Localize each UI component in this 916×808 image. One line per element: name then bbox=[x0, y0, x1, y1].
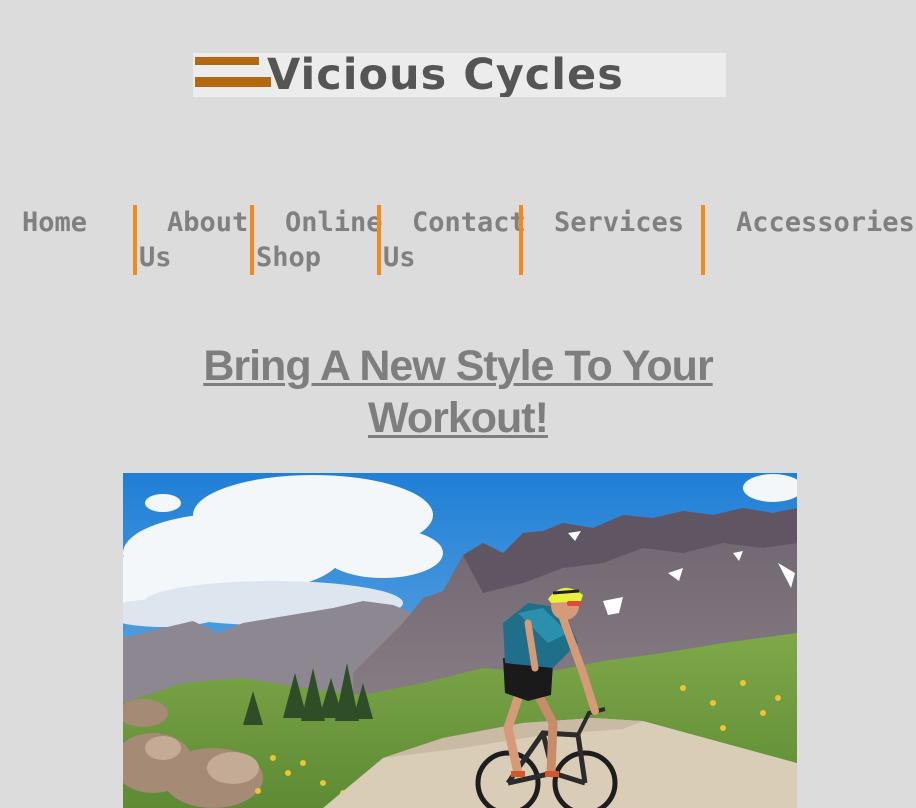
nav-link-services[interactable]: Services bbox=[519, 205, 703, 275]
nav-link-online-shop[interactable]: Online Shop bbox=[250, 205, 383, 275]
headline-line-1: Bring A New Style To Your bbox=[203, 342, 713, 390]
logo-text: Vicious Cycles bbox=[267, 53, 624, 97]
nav-link-home[interactable]: Home bbox=[22, 205, 132, 275]
nav-link-contact-us[interactable]: Contact Us bbox=[377, 205, 526, 275]
page: Vicious Cycles Home About Us Online Shop… bbox=[0, 0, 916, 808]
site-logo[interactable]: Vicious Cycles bbox=[193, 53, 726, 97]
logo-stripes-icon bbox=[193, 53, 273, 97]
nav-link-accessories[interactable]: Accessories bbox=[701, 205, 916, 275]
headline-line-2: Workout! bbox=[368, 394, 549, 442]
nav-link-about-us[interactable]: About Us bbox=[133, 205, 251, 275]
page-headline: Bring A New Style To Your Workout! bbox=[0, 340, 916, 444]
main-nav: Home About Us Online Shop Contact Us Ser… bbox=[0, 205, 916, 277]
hero-image bbox=[123, 473, 797, 808]
